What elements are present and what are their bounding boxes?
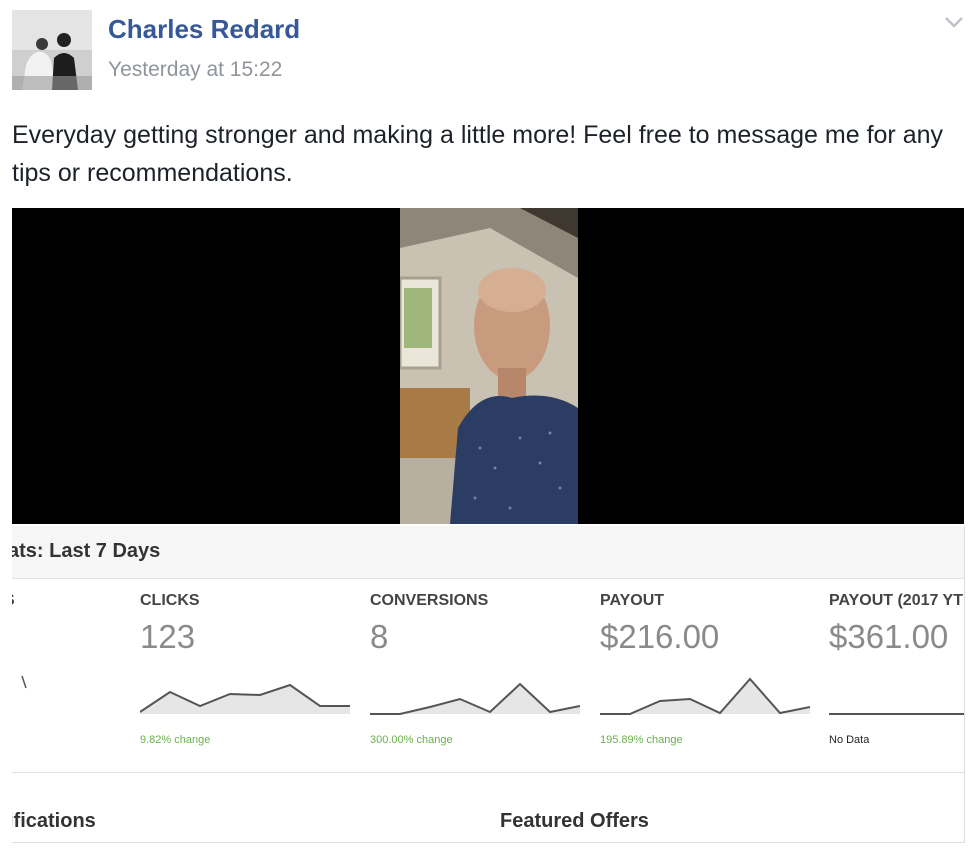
avatar[interactable] bbox=[12, 10, 92, 90]
stat-value: $361.00 bbox=[829, 618, 949, 655]
stat-conversions: CONVERSIONS 8 300.00% change bbox=[370, 578, 590, 768]
divider bbox=[12, 772, 964, 773]
sparkline-clicks bbox=[140, 683, 350, 714]
sparkline-payout bbox=[600, 677, 810, 715]
stats-dashboard: ats: Last 7 Days S CLICKS 123 9.82% chan… bbox=[12, 526, 965, 843]
sparkline-partial bbox=[21, 675, 27, 689]
stat-payout-ytd: PAYOUT (2017 YT $361.00 No Data bbox=[829, 578, 964, 768]
stat-label: CLICKS bbox=[140, 592, 200, 609]
section-title-featured-offers: Featured Offers bbox=[500, 810, 649, 832]
sparkline-line bbox=[829, 713, 964, 715]
stat-change: 9.82% change bbox=[140, 734, 211, 746]
dashboard-header: ats: Last 7 Days bbox=[12, 526, 964, 579]
sparkline-area bbox=[140, 685, 350, 714]
stat-change: 300.00% change bbox=[370, 734, 453, 746]
stat-value: 123 bbox=[140, 618, 196, 655]
section-title-notifications: ifications bbox=[12, 810, 96, 832]
sparkline-payout-ytd bbox=[829, 713, 964, 715]
stat-label: PAYOUT bbox=[600, 592, 665, 609]
post-timestamp-link[interactable]: Yesterday at 15:22 bbox=[108, 58, 282, 82]
avatar-photo bbox=[12, 10, 92, 90]
stat-label: CONVERSIONS bbox=[370, 592, 489, 609]
sparkline-conversions bbox=[370, 682, 580, 715]
stat-label: PAYOUT (2017 YT bbox=[829, 592, 963, 609]
dashboard-title: ats: Last 7 Days bbox=[12, 540, 161, 562]
stat-column-partial: S bbox=[12, 578, 34, 768]
post-text: Everyday getting stronger and making a l… bbox=[12, 121, 944, 187]
stat-clicks: CLICKS 123 9.82% change bbox=[140, 578, 360, 768]
author-name-link[interactable]: Charles Redard bbox=[108, 14, 300, 45]
post-video[interactable] bbox=[12, 208, 964, 524]
stat-change: 195.89% change bbox=[600, 734, 683, 746]
stat-label: S bbox=[12, 592, 15, 610]
stat-value: 8 bbox=[370, 618, 389, 655]
video-thumbnail bbox=[400, 208, 578, 524]
sparkline-area bbox=[600, 679, 810, 714]
stat-change: No Data bbox=[829, 734, 870, 746]
chevron-down-icon[interactable] bbox=[942, 12, 966, 32]
stat-value: $216.00 bbox=[600, 618, 720, 655]
stat-payout: PAYOUT $216.00 195.89% change bbox=[600, 578, 820, 768]
